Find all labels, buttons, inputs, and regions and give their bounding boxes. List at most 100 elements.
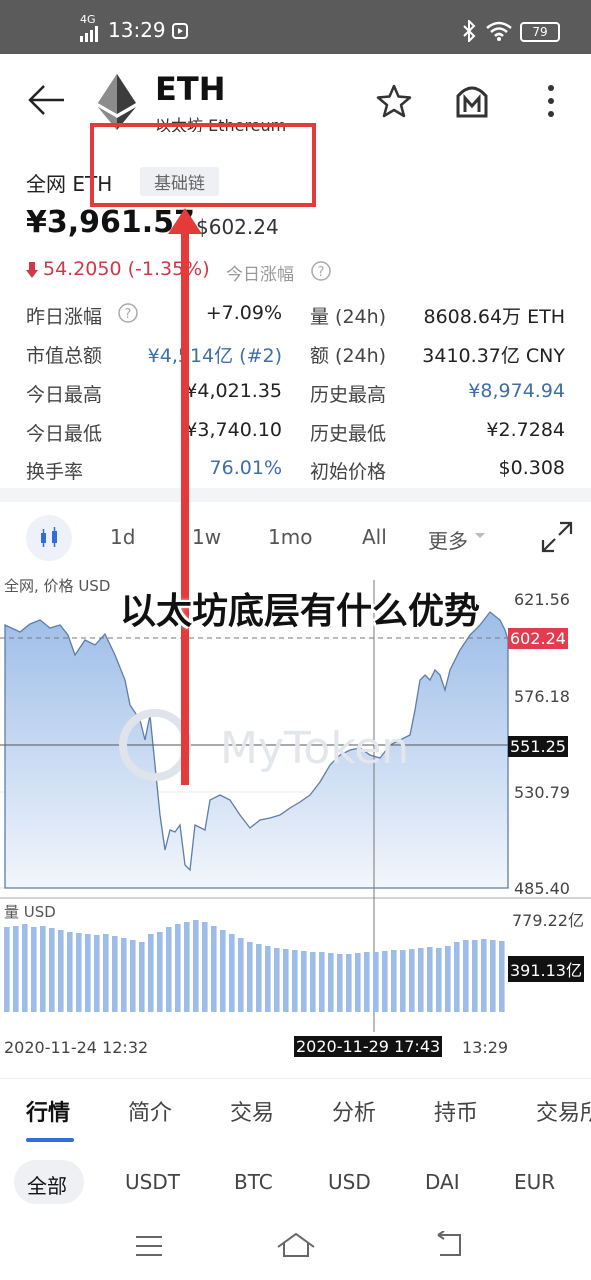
star-icon[interactable] [376,84,412,118]
volume-bar [175,924,181,1012]
volume-bar [22,924,28,1012]
volume-bar [445,946,451,1012]
system-nav-bar [0,1215,591,1280]
mytoken-icon[interactable] [454,82,490,118]
volume-bar [112,936,118,1012]
tab-1d[interactable]: 1d [110,525,135,549]
tab-trade[interactable]: 交易 [230,1095,274,1127]
volume-bar [499,941,505,1012]
volume-bar [409,949,415,1012]
bluetooth-icon [463,20,476,42]
volume-label: 量 USD [4,903,56,921]
volume-bar [31,927,37,1012]
volume-bar [274,948,280,1012]
sub-tab-usd[interactable]: USD [328,1170,371,1194]
annotation-arrow [168,208,202,785]
stat-label: 市值总额 [26,345,103,367]
wifi-icon [486,21,512,41]
volume-bar [346,954,352,1012]
stat-label: 今日最低 [26,423,103,445]
home-icon[interactable] [276,1231,316,1259]
stat-value: +7.09% [205,302,282,324]
volume-bar [364,952,370,1012]
price-chart[interactable]: MyToken [0,570,591,1045]
volume-bar [49,928,55,1012]
back-arrow-icon[interactable] [26,84,66,116]
volume-bar [382,951,388,1012]
volume-bar [463,940,469,1012]
fullscreen-icon[interactable] [540,520,574,554]
help-icon[interactable]: ? [117,302,139,324]
help-icon[interactable]: ? [310,260,332,282]
volume-bar [85,934,91,1012]
tab-1mo[interactable]: 1mo [268,525,312,549]
price-usd: $602.24 [196,215,279,239]
volume-bar [256,944,262,1012]
tab-more[interactable]: 更多 [428,525,468,554]
volume-bar [373,952,379,1012]
sub-tab-usdt[interactable]: USDT [125,1170,180,1194]
sub-tab-eur[interactable]: EUR [514,1170,555,1194]
more-vertical-icon[interactable] [545,84,557,118]
stat-label: 今日最高 [26,384,103,406]
svg-text:?: ? [125,307,132,322]
volume-bar [436,948,442,1012]
stat-value: ¥4,514亿 (#2) [147,345,282,367]
menu-icon[interactable] [134,1235,164,1257]
back-nav-icon[interactable] [434,1231,466,1259]
stat-value: ¥8,974.94 [468,380,565,402]
volume-bar [148,934,154,1012]
volume-bar [355,953,361,1012]
tab-holders[interactable]: 持币 [434,1095,478,1127]
candlestick-toggle[interactable] [26,515,72,561]
tab-intro[interactable]: 简介 [128,1095,172,1127]
clock: 13:29 [108,18,166,42]
y-tick: 576.18 [514,687,570,706]
x-axis-end: 13:29 [462,1038,509,1057]
volume-bar [220,930,226,1012]
active-tab-indicator [26,1138,74,1142]
stat-label: 历史最低 [310,423,387,445]
stat-value: 3410.37亿 CNY [422,345,565,367]
volume-bar [490,940,496,1012]
volume-bar [103,934,109,1012]
volume-bar [130,940,136,1012]
volume-bar [211,926,217,1012]
crosshair-volume-tag: 391.13亿 [508,956,584,982]
svg-text:?: ? [318,265,325,280]
stat-value: 8608.64万 ETH [423,306,565,328]
volume-bar [301,951,307,1012]
stat-value: 76.01% [209,457,282,479]
volume-bar [202,922,208,1012]
status-bar: 4G 13:29 79 [0,0,591,54]
volume-bar [319,952,325,1012]
sub-tab-all[interactable]: 全部 [27,1170,67,1199]
tab-market[interactable]: 行情 [26,1095,70,1127]
volume-bar [400,950,406,1012]
volume-bar [328,953,334,1012]
volume-bar [481,939,487,1012]
volume-bar [58,930,64,1012]
y-tick: 530.79 [514,783,570,802]
volume-bar [184,922,190,1012]
sub-tab-dai[interactable]: DAI [425,1170,460,1194]
stat-value: ¥4,021.35 [185,380,282,402]
battery-indicator: 79 [520,22,560,42]
stat-label: 换手率 [26,461,84,483]
volume-bar [238,938,244,1012]
volume-bar [391,950,397,1012]
coin-symbol: ETH [155,70,226,108]
stat-label: 昨日涨幅 [26,306,103,328]
stat-value: ¥2.7284 [486,419,565,441]
tab-all[interactable]: All [362,525,387,549]
volume-bars [4,920,505,1012]
volume-bar [292,950,298,1012]
volume-bar [229,934,235,1012]
tab-analysis[interactable]: 分析 [332,1095,376,1127]
signal-icon [80,26,98,42]
tab-exchanges[interactable]: 交易所 [536,1095,591,1127]
ethereum-logo [98,74,136,130]
volume-bar [472,940,478,1012]
volume-bar [427,947,433,1012]
sub-tab-btc[interactable]: BTC [234,1170,273,1194]
